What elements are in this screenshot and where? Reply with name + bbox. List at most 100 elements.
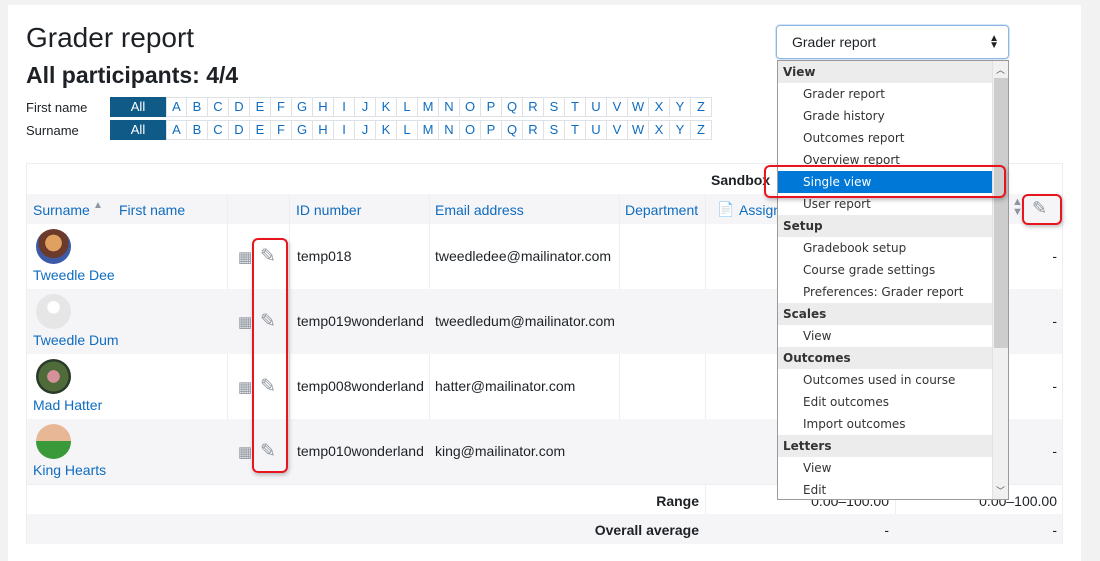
first-name-letter-p[interactable]: P: [481, 97, 502, 117]
email-address: tweedledee@mailinator.com: [435, 248, 612, 264]
surname-all-button[interactable]: All: [110, 120, 166, 140]
first-name-letter-z[interactable]: Z: [691, 97, 712, 117]
surname-letter-v[interactable]: V: [607, 120, 628, 140]
first-name-letter-x[interactable]: X: [649, 97, 670, 117]
report-selector[interactable]: Grader report ▲ ▼: [776, 25, 1009, 59]
user-avatar[interactable]: [36, 294, 71, 329]
overall-average-label: Overall average: [594, 522, 699, 538]
first-name-letter-j[interactable]: J: [355, 97, 376, 117]
surname-letter-b[interactable]: B: [187, 120, 208, 140]
scrollbar-thumb[interactable]: [994, 78, 1008, 348]
surname-letter-j[interactable]: J: [355, 120, 376, 140]
scroll-up-icon[interactable]: ︿: [996, 63, 1005, 76]
highlight-header-edit: [1022, 194, 1062, 225]
grade-table-icon[interactable]: ▦: [238, 313, 252, 331]
dropdown-option-grade-history[interactable]: Grade history: [778, 105, 993, 127]
email-address: king@mailinator.com: [435, 443, 566, 459]
user-avatar[interactable]: [36, 424, 71, 459]
surname-letter-o[interactable]: O: [460, 120, 481, 140]
first-name-letter-l[interactable]: L: [397, 97, 418, 117]
first-name-letter-d[interactable]: D: [229, 97, 250, 117]
first-name-letter-o[interactable]: O: [460, 97, 481, 117]
assignment-icon: 📄: [717, 201, 735, 217]
dropdown-option-course-grade-settings[interactable]: Course grade settings: [778, 259, 993, 281]
surname-letter-n[interactable]: N: [439, 120, 460, 140]
first-name-letter-b[interactable]: B: [187, 97, 208, 117]
surname-letter-w[interactable]: W: [628, 120, 649, 140]
surname-letter-y[interactable]: Y: [670, 120, 691, 140]
first-name-all-button[interactable]: All: [110, 97, 166, 117]
surname-letter-e[interactable]: E: [250, 120, 271, 140]
first-name-letter-u[interactable]: U: [586, 97, 607, 117]
dropdown-option-gradebook-setup[interactable]: Gradebook setup: [778, 237, 993, 259]
id-number: temp010wonderland: [297, 443, 424, 459]
overall-average-assignment: -: [884, 522, 889, 538]
first-name-letter-q[interactable]: Q: [502, 97, 523, 117]
user-name-link[interactable]: Tweedle Dee: [33, 267, 115, 283]
surname-letter-s[interactable]: S: [544, 120, 565, 140]
dropdown-option-preferences-grader-report[interactable]: Preferences: Grader report: [778, 281, 993, 303]
dropdown-group-outcomes: Outcomes: [778, 347, 993, 369]
dropdown-option-edit[interactable]: Edit: [778, 479, 993, 499]
first-name-letter-i[interactable]: I: [334, 97, 355, 117]
first-name-letter-h[interactable]: H: [313, 97, 334, 117]
sort-id-number-link[interactable]: ID number: [296, 202, 361, 218]
first-name-letter-y[interactable]: Y: [670, 97, 691, 117]
surname-filter: Surname All ABCDEFGHIJKLMNOPQRSTUVWXYZ: [26, 120, 712, 140]
surname-letter-l[interactable]: L: [397, 120, 418, 140]
scroll-down-icon[interactable]: ﹀: [996, 484, 1005, 497]
surname-letter-m[interactable]: M: [418, 120, 439, 140]
surname-letter-f[interactable]: F: [271, 120, 292, 140]
sort-surname-link[interactable]: Surname: [33, 202, 90, 218]
surname-letter-c[interactable]: C: [208, 120, 229, 140]
first-name-letter-s[interactable]: S: [544, 97, 565, 117]
user-name-link[interactable]: Mad Hatter: [33, 397, 102, 413]
first-name-letter-g[interactable]: G: [292, 97, 313, 117]
first-name-letter-w[interactable]: W: [628, 97, 649, 117]
grade-table-icon[interactable]: ▦: [238, 248, 252, 266]
user-avatar[interactable]: [36, 229, 71, 264]
surname-letter-i[interactable]: I: [334, 120, 355, 140]
surname-letter-a[interactable]: A: [166, 120, 187, 140]
surname-letter-x[interactable]: X: [649, 120, 670, 140]
dropdown-option-view[interactable]: View: [778, 457, 993, 479]
surname-letter-h[interactable]: H: [313, 120, 334, 140]
dropdown-option-grader-report[interactable]: Grader report: [778, 83, 993, 105]
surname-letter-q[interactable]: Q: [502, 120, 523, 140]
user-avatar[interactable]: [36, 359, 71, 394]
dropdown-option-outcomes-used-in-course[interactable]: Outcomes used in course: [778, 369, 993, 391]
surname-letter-r[interactable]: R: [523, 120, 544, 140]
first-name-letter-r[interactable]: R: [523, 97, 544, 117]
dropdown-option-edit-outcomes[interactable]: Edit outcomes: [778, 391, 993, 413]
surname-letter-z[interactable]: Z: [691, 120, 712, 140]
dropdown-option-view[interactable]: View: [778, 325, 993, 347]
surname-letter-d[interactable]: D: [229, 120, 250, 140]
first-name-letter-m[interactable]: M: [418, 97, 439, 117]
surname-letter-g[interactable]: G: [292, 120, 313, 140]
report-dropdown-list[interactable]: View Grader report Grade history Outcomes r…: [777, 60, 1009, 500]
user-name-link[interactable]: King Hearts: [33, 462, 106, 478]
overall-average-total: -: [1052, 522, 1057, 538]
surname-letter-u[interactable]: U: [586, 120, 607, 140]
sort-department-link[interactable]: Department: [625, 202, 698, 218]
first-name-letter-c[interactable]: C: [208, 97, 229, 117]
sort-email-link[interactable]: Email address: [435, 202, 524, 218]
surname-letter-p[interactable]: P: [481, 120, 502, 140]
first-name-letter-k[interactable]: K: [376, 97, 397, 117]
grade-table-icon[interactable]: ▦: [238, 443, 252, 461]
grade-table-icon[interactable]: ▦: [238, 378, 252, 396]
email-address: hatter@mailinator.com: [435, 378, 576, 394]
first-name-letter-n[interactable]: N: [439, 97, 460, 117]
dropdown-option-outcomes-report[interactable]: Outcomes report: [778, 127, 993, 149]
first-name-letter-a[interactable]: A: [166, 97, 187, 117]
dropdown-option-import-outcomes[interactable]: Import outcomes: [778, 413, 993, 435]
first-name-letter-v[interactable]: V: [607, 97, 628, 117]
sort-first-name-link[interactable]: First name: [119, 202, 185, 218]
user-name-link[interactable]: Tweedle Dum: [33, 332, 119, 348]
surname-letter-t[interactable]: T: [565, 120, 586, 140]
first-name-letter-t[interactable]: T: [565, 97, 586, 117]
dropdown-scrollbar[interactable]: ︿ ﹀: [992, 61, 1008, 499]
first-name-letter-f[interactable]: F: [271, 97, 292, 117]
surname-letter-k[interactable]: K: [376, 120, 397, 140]
first-name-letter-e[interactable]: E: [250, 97, 271, 117]
